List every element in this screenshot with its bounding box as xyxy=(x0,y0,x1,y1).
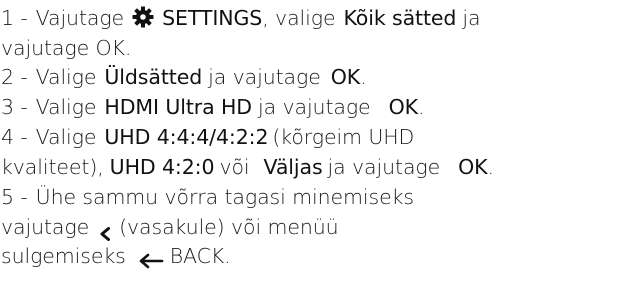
step-text: ja vajutage xyxy=(208,65,321,89)
step-5-continuation-2: sulgemiseks BACK. xyxy=(1,241,231,271)
step-text: (kõrgeim UHD xyxy=(272,125,415,149)
step-text: vajutage xyxy=(1,215,90,239)
general-settings-label: Üldsätted xyxy=(104,65,203,89)
step-number: 1 - xyxy=(1,6,28,30)
step-number: 4 - xyxy=(1,125,28,149)
step-text: kvaliteet), xyxy=(1,155,104,179)
chevron-left-icon xyxy=(99,219,111,241)
step-text: ja xyxy=(462,6,481,30)
step-text: sulgemiseks xyxy=(1,244,126,268)
step-text: . xyxy=(417,95,425,119)
step-text: Vajutage xyxy=(35,6,125,30)
ok-label: OK xyxy=(388,95,418,119)
ok-label: OK xyxy=(458,155,488,179)
step-text: Valige xyxy=(35,65,97,89)
back-label: BACK. xyxy=(169,244,231,268)
step-text: . xyxy=(360,65,367,89)
step-text: ja vajutage xyxy=(257,95,371,119)
step-text: või xyxy=(219,155,250,179)
back-arrow-icon xyxy=(138,247,164,269)
uhd-444-label: UHD 4:4:4/4:2:2 xyxy=(104,125,269,149)
step-text: Valige xyxy=(35,125,97,149)
step-4-line: 4 - Valige UHD 4:4:4/4:2:2 (kõrgeim UHD xyxy=(1,122,414,152)
step-1-line: 1 - Vajutage SETTINGS, valige Kõik sätted ja xyxy=(1,3,481,33)
hdmi-ultra-hd-label: HDMI Ultra HD xyxy=(104,95,252,119)
all-settings-label: Kõik sätted xyxy=(343,6,457,30)
step-text: vajutage OK. xyxy=(1,36,132,60)
step-5-line: 5 - Ühe sammu võrra tagasi minemiseks xyxy=(1,182,414,212)
off-label: Väljas xyxy=(263,155,323,179)
settings-gear-icon xyxy=(132,6,154,28)
instruction-text: 1 - Vajutage SETTINGS, valige Kõik sätted ja… xyxy=(0,0,642,303)
settings-label: SETTINGS xyxy=(162,6,263,30)
step-1-continuation: vajutage OK. xyxy=(1,33,131,63)
step-text: Ühe sammu võrra tagasi minemiseks xyxy=(35,185,414,209)
step-number: 3 - xyxy=(1,95,28,119)
step-text: ja vajutage xyxy=(327,155,441,179)
step-number: 2 - xyxy=(1,65,28,89)
ok-label: OK xyxy=(330,65,361,89)
step-text: . xyxy=(487,155,495,179)
step-text: (vasakule) või menüü xyxy=(119,215,339,239)
uhd-420-label: UHD 4:2:0 xyxy=(109,155,215,179)
step-text: Valige xyxy=(35,95,97,119)
step-text: , valige xyxy=(262,6,336,30)
step-4-continuation: kvaliteet), UHD 4:2:0 või Väljas ja vajutage… xyxy=(1,152,494,182)
step-number: 5 - xyxy=(1,185,28,209)
step-5-continuation: vajutage (vasakule) või menüü xyxy=(1,212,339,242)
step-2-line: 2 - Valige Üldsätted ja vajutage OK. xyxy=(1,62,367,92)
step-3-line: 3 - Valige HDMI Ultra HD ja vajutage OK. xyxy=(1,92,424,122)
